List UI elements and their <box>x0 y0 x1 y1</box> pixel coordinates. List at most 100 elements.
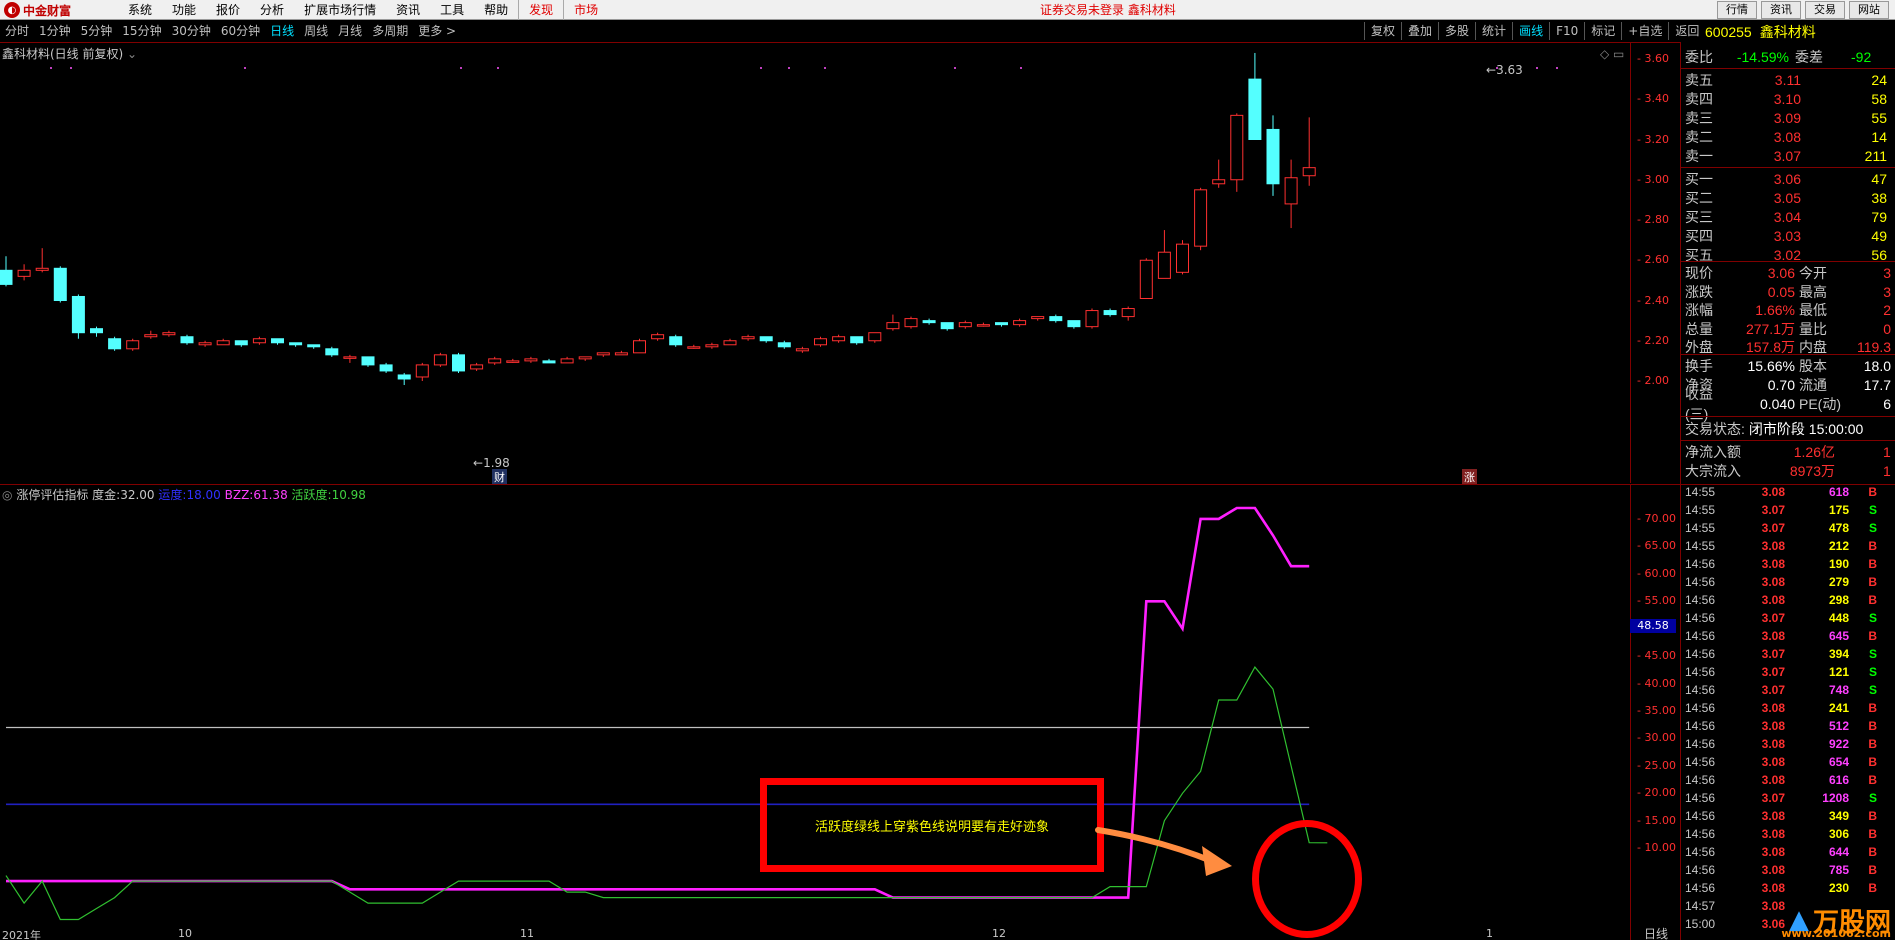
candle-body <box>71 295 85 334</box>
tick-row: 14:56 3.08 644 B <box>1685 845 1890 863</box>
tick-price: 3.07 <box>1761 521 1785 535</box>
menu-news[interactable]: 资讯 <box>386 0 430 20</box>
menu-extended-market[interactable]: 扩展市场行情 <box>294 0 386 20</box>
multi-stock-button[interactable]: 多股 <box>1438 22 1475 40</box>
tick-row: 14:56 3.08 241 B <box>1685 701 1890 719</box>
tick-volume: 306 <box>1828 827 1849 841</box>
stat2-row[interactable]: 换手 15.66% 股本 18.0 <box>1685 357 1895 375</box>
period-5min[interactable]: 5分钟 <box>76 21 118 41</box>
mark-button[interactable]: 标记 <box>1584 22 1621 40</box>
tick-side: B <box>1868 863 1877 877</box>
tick-time: 14:56 <box>1685 791 1716 805</box>
ask-label: 卖二 <box>1685 129 1713 145</box>
tick-side: B <box>1868 845 1877 859</box>
candle-body <box>832 336 846 342</box>
tick-side: S <box>1868 683 1877 697</box>
candle-body <box>126 340 140 350</box>
stat-row[interactable]: 现价 3.06 今开 3 <box>1685 264 1895 282</box>
candle-body <box>343 356 357 359</box>
stat-label-2: 量比 <box>1799 320 1827 337</box>
ask-price: 3.07 <box>1773 148 1801 164</box>
menu-market[interactable]: 市场 <box>563 0 608 20</box>
stat2-value-2: 6 <box>1883 396 1891 412</box>
candle-body <box>958 322 972 328</box>
ask-row[interactable]: 卖五 3.11 24 <box>1685 71 1895 89</box>
stat-value: 0.05 <box>1767 283 1795 300</box>
period-monthly[interactable]: 月线 <box>333 21 367 41</box>
kline-chart[interactable]: 鑫科材料(日线 前复权) ⌄ ←1.98 财 涨 ←3.63 ◇ ▭ - 3.6… <box>0 42 1680 485</box>
high-price-label: ←3.63 <box>1486 63 1523 77</box>
ask-row[interactable]: 卖四 3.10 58 <box>1685 90 1895 108</box>
news-button[interactable]: 资讯 <box>1761 1 1801 19</box>
bid-row[interactable]: 买二 3.05 38 <box>1685 189 1895 207</box>
ask-row[interactable]: 卖一 3.07 211 <box>1685 147 1895 165</box>
tick-volume: 785 <box>1828 863 1849 877</box>
annotation-circle <box>1252 820 1362 938</box>
indicator-tick-label: - 70.00 <box>1637 511 1676 525</box>
indicator-tick-label: - 20.00 <box>1637 786 1676 800</box>
price-tick-label: - 2.00 <box>1637 374 1669 387</box>
f10-button[interactable]: F10 <box>1549 22 1584 40</box>
tick-time: 14:56 <box>1685 593 1716 607</box>
date-label-1: 1 <box>1486 927 1493 940</box>
bid-row[interactable]: 买四 3.03 49 <box>1685 227 1895 245</box>
tick-row: 14:56 3.08 616 B <box>1685 773 1890 791</box>
period-multi[interactable]: 多周期 <box>367 21 413 41</box>
stat-value-2: 0 <box>1883 320 1891 337</box>
tick-price: 3.08 <box>1761 899 1785 913</box>
stat-row[interactable]: 总量 277.1万 量比 0 <box>1685 320 1895 338</box>
tick-list[interactable]: 14:55 3.08 618 B 14:55 3.07 175 S 14:55 3.07 478 S 1… <box>1681 485 1895 940</box>
period-intraday[interactable]: 分时 <box>0 21 34 41</box>
menu-discover[interactable]: 发现 <box>518 0 563 20</box>
stat-row[interactable]: 涨跌 0.05 最高 3 <box>1685 283 1895 301</box>
tick-row: 14:56 3.07 448 S <box>1685 611 1890 629</box>
period-daily[interactable]: 日线 <box>265 21 299 41</box>
menu-help[interactable]: 帮助 <box>474 0 518 20</box>
tick-price: 3.08 <box>1761 539 1785 553</box>
ask-row[interactable]: 卖三 3.09 55 <box>1685 109 1895 127</box>
tick-volume: 618 <box>1828 485 1849 499</box>
tick-time: 14:56 <box>1685 683 1716 697</box>
overlay-button[interactable]: 叠加 <box>1401 22 1438 40</box>
tick-time: 14:56 <box>1685 755 1716 769</box>
menu-tools[interactable]: 工具 <box>430 0 474 20</box>
menu-analysis[interactable]: 分析 <box>250 0 294 20</box>
chart-options-icon[interactable]: ◇ ▭ <box>1600 47 1624 61</box>
tick-price: 3.08 <box>1761 863 1785 877</box>
finance-event-marker[interactable]: 财 <box>492 469 507 485</box>
add-favorite-button[interactable]: +自选 <box>1621 22 1668 40</box>
period-weekly[interactable]: 周线 <box>299 21 333 41</box>
ask-row[interactable]: 卖二 3.08 14 <box>1685 128 1895 146</box>
candle-body <box>614 352 628 356</box>
menu-quote[interactable]: 报价 <box>206 0 250 20</box>
login-status[interactable]: 证券交易未登录 鑫科材料 <box>1040 0 1176 20</box>
statistics-button[interactable]: 统计 <box>1475 22 1512 40</box>
stat-value-2: 2 <box>1883 302 1891 318</box>
period-15min[interactable]: 15分钟 <box>117 21 166 41</box>
trade-button[interactable]: 交易 <box>1805 1 1845 19</box>
website-button[interactable]: 网站 <box>1849 1 1889 19</box>
period-more[interactable]: 更多 > <box>413 21 461 41</box>
period-60min[interactable]: 60分钟 <box>216 21 265 41</box>
watermark: ▲ 万股网 www.201062.com <box>1781 900 1891 940</box>
tick-side: B <box>1868 809 1877 823</box>
quote-button[interactable]: 行情 <box>1717 1 1757 19</box>
stat-row[interactable]: 涨幅 1.66% 最低 2 <box>1685 301 1895 319</box>
price-tick-label: - 3.20 <box>1637 132 1669 146</box>
menu-function[interactable]: 功能 <box>162 0 206 20</box>
tick-row: 14:56 3.08 922 B <box>1685 737 1890 755</box>
bid-row[interactable]: 买三 3.04 79 <box>1685 208 1895 226</box>
period-1min[interactable]: 1分钟 <box>34 21 76 41</box>
restore-rights-button[interactable]: 复权 <box>1364 22 1401 40</box>
bid-row[interactable]: 买一 3.06 47 <box>1685 170 1895 188</box>
limit-up-marker[interactable]: 涨 <box>1462 469 1477 485</box>
tick-volume: 645 <box>1828 629 1849 643</box>
tick-volume: 230 <box>1828 881 1849 895</box>
period-30min[interactable]: 30分钟 <box>167 21 216 41</box>
stat2-row[interactable]: 收益(三) 0.040 PE(动) 6 <box>1685 386 1895 422</box>
price-tick-label: - 3.40 <box>1637 92 1669 106</box>
candle-body <box>669 336 683 346</box>
menu-system[interactable]: 系统 <box>118 0 162 20</box>
draw-line-button[interactable]: 画线 <box>1512 22 1549 40</box>
indicator-tick-label: - 40.00 <box>1637 676 1676 690</box>
